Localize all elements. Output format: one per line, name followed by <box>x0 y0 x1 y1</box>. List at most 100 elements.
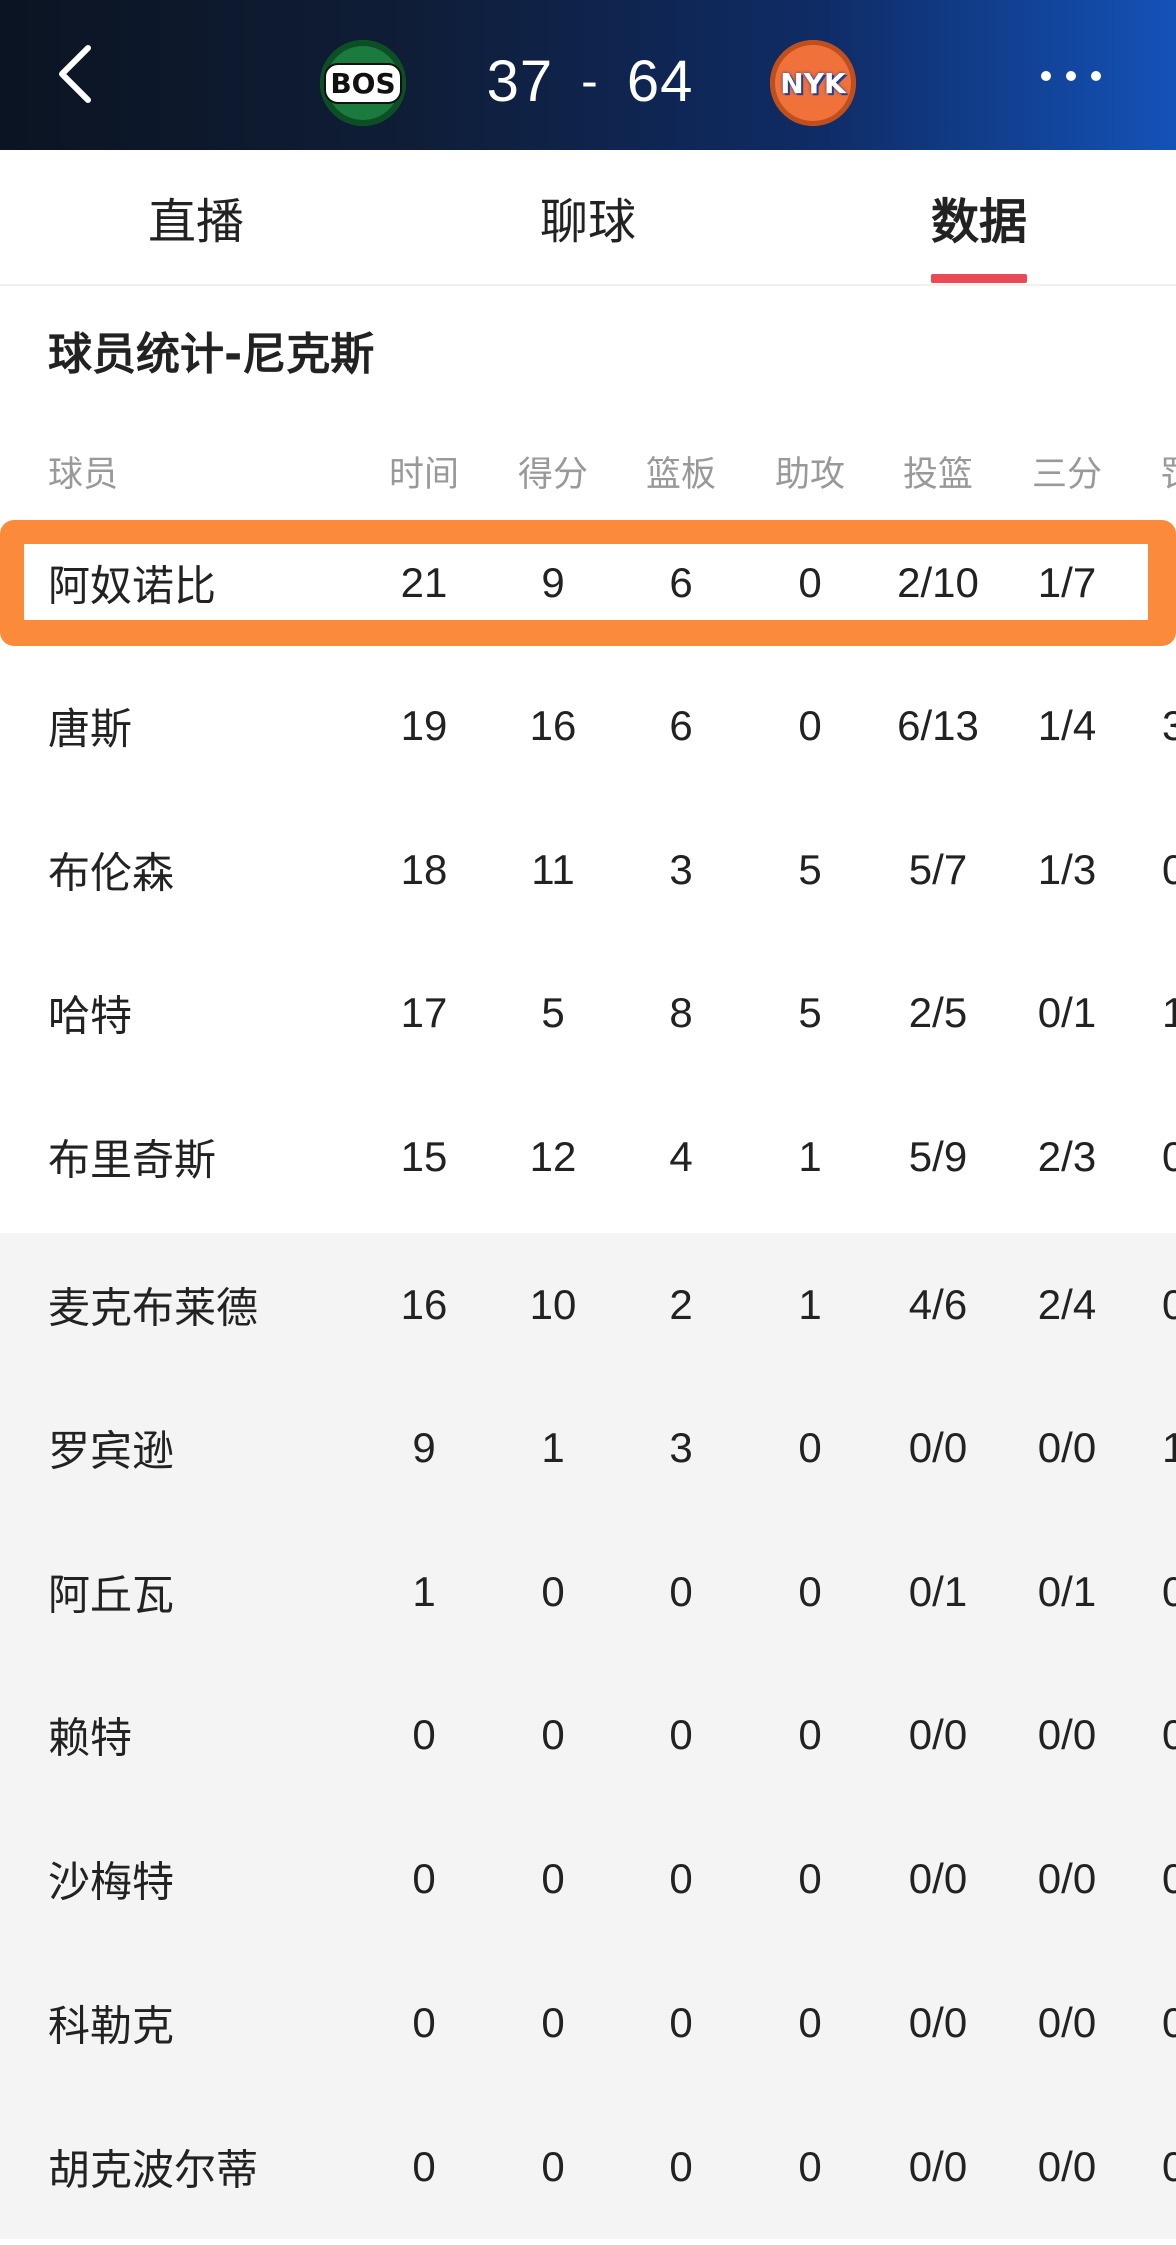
stat-points: 5 <box>541 989 565 1036</box>
table-row[interactable]: 赖特 0 0 0 0 0/0 0/0 0 <box>0 1663 1176 1807</box>
stat-ft-partial: 1 <box>1162 989 1176 1036</box>
stat-minutes: 16 <box>400 1281 448 1328</box>
player-name[interactable]: 布里奇斯 <box>48 1127 216 1188</box>
stat-points: 12 <box>529 1133 577 1180</box>
player-name[interactable]: 哈特 <box>48 983 132 1044</box>
stat-fg: 0/0 <box>908 1999 968 2046</box>
col-header-minutes: 时间 <box>388 455 459 495</box>
stat-fg: 0/0 <box>908 1855 968 1902</box>
stat-3pt: 0/0 <box>1037 1855 1097 1902</box>
stat-ft-partial: 0 <box>1162 846 1176 893</box>
stat-3pt: 0/0 <box>1037 2143 1097 2190</box>
stat-rebounds: 3 <box>669 1424 693 1471</box>
more-button[interactable] <box>1036 64 1106 88</box>
stat-points: 1 <box>541 1424 565 1471</box>
table-row[interactable]: 阿丘瓦 1 0 0 0 0/1 0/1 0 <box>0 1520 1176 1664</box>
player-name[interactable]: 阿丘瓦 <box>48 1562 174 1623</box>
stat-assists: 1 <box>798 1133 822 1180</box>
table-row[interactable]: 布里奇斯 15 12 4 1 5/9 2/3 0 <box>0 1085 1176 1229</box>
player-name[interactable]: 科勒克 <box>48 1993 174 2054</box>
table-row[interactable]: 阿奴诺比 21 9 6 0 2/10 1/7 <box>0 511 1176 655</box>
stat-points: 16 <box>529 702 577 749</box>
stat-fg: 0/0 <box>908 1424 968 1471</box>
chevron-left-icon <box>59 45 91 103</box>
back-button[interactable] <box>44 40 114 110</box>
stat-3pt: 0/1 <box>1037 989 1097 1036</box>
table-row[interactable]: 胡克波尔蒂 0 0 0 0 0/0 0/0 0 <box>0 2095 1176 2239</box>
player-name[interactable]: 赖特 <box>48 1705 132 1766</box>
stat-fg: 0/0 <box>908 1711 968 1758</box>
stat-points: 0 <box>541 1568 565 1615</box>
table-row[interactable]: 科勒克 0 0 0 0 0/0 0/0 0 <box>0 1951 1176 2095</box>
stat-3pt: 0/0 <box>1037 1999 1097 2046</box>
table-row[interactable]: 布伦森 18 11 3 5 5/7 1/3 0 <box>0 798 1176 942</box>
stat-ft-partial: 0 <box>1162 1855 1176 1902</box>
player-name[interactable]: 唐斯 <box>48 696 132 757</box>
stat-minutes: 17 <box>400 989 448 1036</box>
stat-rebounds: 8 <box>669 989 693 1036</box>
player-name[interactable]: 麦克布莱德 <box>48 1275 258 1336</box>
table-row[interactable]: 沙梅特 0 0 0 0 0/0 0/0 0 <box>0 1807 1176 1951</box>
stat-fg: 0/1 <box>908 1568 968 1615</box>
stat-points: 0 <box>541 1711 565 1758</box>
stat-assists: 0 <box>798 1855 822 1902</box>
player-name[interactable]: 沙梅特 <box>48 1849 174 1910</box>
stat-rebounds: 0 <box>669 2143 693 2190</box>
table-row[interactable]: 唐斯 19 16 6 0 6/13 1/4 3 <box>0 654 1176 798</box>
player-name[interactable]: 胡克波尔蒂 <box>48 2137 258 2198</box>
stat-rebounds: 3 <box>669 846 693 893</box>
col-header-rebounds: 篮板 <box>645 455 716 495</box>
stat-rebounds: 6 <box>669 702 693 749</box>
away-team-logo[interactable]: NYK <box>770 40 856 126</box>
stat-ft-partial: 0 <box>1162 1568 1176 1615</box>
stat-minutes: 0 <box>412 2143 436 2190</box>
table-row[interactable]: 麦克布莱德 16 10 2 1 4/6 2/4 0 <box>0 1233 1176 1377</box>
stat-minutes: 18 <box>400 846 448 893</box>
stat-assists: 0 <box>798 1424 822 1471</box>
col-header-ft: 罚 <box>1160 446 1176 497</box>
home-team-abbr: BOS <box>324 62 402 104</box>
tab-chat[interactable]: 聊球 <box>488 182 688 252</box>
player-name[interactable]: 罗宾逊 <box>48 1418 174 1479</box>
col-header-3pt: 三分 <box>1031 455 1102 495</box>
stat-fg: 2/5 <box>908 989 968 1036</box>
player-name[interactable]: 阿奴诺比 <box>48 553 216 614</box>
stat-assists: 5 <box>798 989 822 1036</box>
tab-stats[interactable]: 数据 <box>879 182 1079 252</box>
stat-3pt: 2/4 <box>1037 1281 1097 1328</box>
player-name[interactable]: 布伦森 <box>48 840 174 901</box>
stat-ft-partial: 1 <box>1162 1424 1176 1471</box>
away-team-abbr: NYK <box>780 66 846 100</box>
stat-ft-partial: 3 <box>1162 702 1176 749</box>
stat-assists: 5 <box>798 846 822 893</box>
stat-fg: 4/6 <box>908 1281 968 1328</box>
stat-fg: 6/13 <box>897 702 979 749</box>
col-header-assists: 助攻 <box>774 455 845 495</box>
section-title: 球员统计-尼克斯 <box>48 329 375 380</box>
stat-ft-partial: 0 <box>1162 1281 1176 1328</box>
tab-bar: 直播 聊球 数据 <box>0 150 1176 286</box>
stat-rebounds: 2 <box>669 1281 693 1328</box>
stat-points: 0 <box>541 2143 565 2190</box>
stat-3pt: 1/4 <box>1037 702 1097 749</box>
stat-fg: 5/9 <box>908 1133 968 1180</box>
stat-assists: 0 <box>798 559 822 606</box>
stat-assists: 0 <box>798 1568 822 1615</box>
stat-assists: 1 <box>798 1281 822 1328</box>
table-row[interactable]: 哈特 17 5 8 5 2/5 0/1 1 <box>0 941 1176 1085</box>
stat-rebounds: 0 <box>669 1568 693 1615</box>
tab-live[interactable]: 直播 <box>96 182 296 252</box>
stat-fg: 5/7 <box>908 846 968 893</box>
stat-ft-partial: 0 <box>1162 1999 1176 2046</box>
game-header: BOS 37 - 64 NYK <box>0 0 1176 150</box>
stat-minutes: 19 <box>400 702 448 749</box>
table-row[interactable]: 罗宾逊 9 1 3 0 0/0 0/0 1 <box>0 1376 1176 1520</box>
away-score: 64 <box>626 48 694 114</box>
stat-3pt: 1/3 <box>1037 846 1097 893</box>
stat-minutes: 15 <box>400 1133 448 1180</box>
home-team-logo[interactable]: BOS <box>320 40 406 126</box>
stat-rebounds: 0 <box>669 1999 693 2046</box>
stat-points: 10 <box>529 1281 577 1328</box>
stat-assists: 0 <box>798 1999 822 2046</box>
stat-3pt: 2/3 <box>1037 1133 1097 1180</box>
